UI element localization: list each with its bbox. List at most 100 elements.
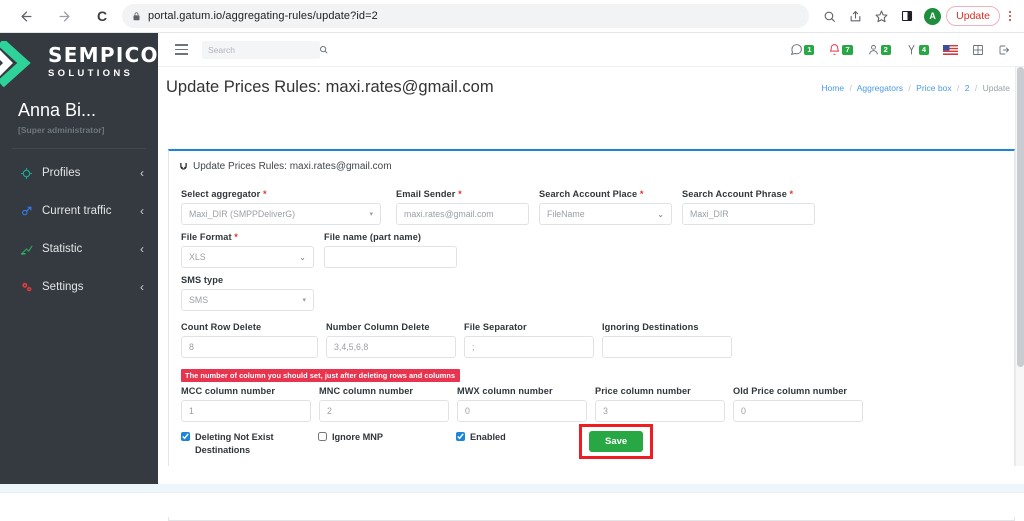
sidebar-item-settings[interactable]: Settings ‹ xyxy=(0,273,158,301)
search-account-place-dropdown[interactable]: FileName ⌄ xyxy=(539,203,672,225)
price-column-number-input[interactable]: 3 xyxy=(595,400,725,422)
file-separator-input[interactable]: ; xyxy=(464,336,594,358)
old-price-column-number-input[interactable]: 0 xyxy=(733,400,863,422)
checkbox-input[interactable] xyxy=(456,432,465,441)
field-select-aggregator: Select aggregator * Maxi_DIR (SMPPDelive… xyxy=(181,189,381,225)
file-name-input[interactable] xyxy=(324,246,457,268)
star-icon[interactable] xyxy=(869,4,893,28)
breadcrumb-separator: / xyxy=(956,83,960,93)
field-old-price-column-number: Old Price column number 0 xyxy=(733,386,863,422)
breadcrumb-item-id[interactable]: 2 xyxy=(965,83,970,93)
back-arrow-icon[interactable] xyxy=(12,2,40,30)
form-row-2: File Format * XLS ⌄ File name (part name… xyxy=(181,232,1002,268)
user-name: Anna Bi... xyxy=(18,100,97,120)
antenna-indicator[interactable]: 4 xyxy=(905,43,929,56)
field-label: MCC column number xyxy=(181,386,276,396)
checkbox-label: Ignore MNP xyxy=(332,432,384,442)
reload-icon[interactable]: C xyxy=(88,2,116,30)
chevron-down-icon: ▾ xyxy=(369,211,373,218)
checkbox-ignore-mnp[interactable]: Ignore MNP xyxy=(318,431,456,444)
form-row-1: Select aggregator * Maxi_DIR (SMPPDelive… xyxy=(181,189,1002,225)
ignoring-destinations-input[interactable] xyxy=(602,336,732,358)
logout-icon[interactable] xyxy=(998,44,1010,56)
kebab-menu-icon[interactable] xyxy=(1002,11,1018,21)
card-body: Select aggregator * Maxi_DIR (SMPPDelive… xyxy=(169,181,1014,459)
required-marker: * xyxy=(260,189,267,199)
field-value: 2 xyxy=(327,406,332,416)
field-label: Old Price column number xyxy=(733,386,848,396)
forward-arrow-icon[interactable] xyxy=(50,2,78,30)
page-header: Update Prices Rules: maxi.rates@gmail.co… xyxy=(158,67,1024,115)
search-icon[interactable] xyxy=(319,45,328,54)
checkbox-input[interactable] xyxy=(181,432,190,441)
sidebar-item-label: Profiles xyxy=(42,167,81,179)
email-sender-input[interactable]: maxi.rates@gmail.com xyxy=(396,203,529,225)
address-bar[interactable]: portal.gatum.io/aggregating-rules/update… xyxy=(122,4,810,28)
sempico-logo-icon xyxy=(0,38,50,92)
form-row-4: Count Row Delete 8 Number Column Delete … xyxy=(181,322,1002,358)
field-label: SMS type xyxy=(181,275,224,285)
hamburger-menu-icon[interactable] xyxy=(166,44,196,55)
users-indicator[interactable]: 2 xyxy=(867,43,891,56)
checkbox-deleting-not-exist-destinations[interactable]: Deleting Not Exist Destinations xyxy=(181,431,318,458)
scrollbar-thumb[interactable] xyxy=(1017,67,1024,367)
breadcrumb-item-current: Update xyxy=(982,83,1010,93)
field-value: 3 xyxy=(603,406,608,416)
sidebar-item-statistic[interactable]: Statistic ‹ xyxy=(0,235,158,263)
app-topbar: 1 7 2 4 xyxy=(158,33,1024,67)
checkbox-input[interactable] xyxy=(318,432,327,441)
alert-indicator[interactable]: 7 xyxy=(828,43,853,56)
breadcrumb-item-price-box[interactable]: Price box xyxy=(916,83,951,93)
card-header-text: Update Prices Rules: maxi.rates@gmail.co… xyxy=(193,160,392,172)
checkbox-enabled[interactable]: Enabled xyxy=(456,431,586,444)
save-button[interactable]: Save xyxy=(589,431,644,452)
mwx-column-number-input[interactable]: 0 xyxy=(457,400,587,422)
side-panel-icon[interactable] xyxy=(895,4,919,28)
field-value: ; xyxy=(472,342,475,352)
breadcrumb-item-aggregators[interactable]: Aggregators xyxy=(857,83,903,93)
field-label: Select aggregator * xyxy=(181,189,267,199)
usa-flag-icon[interactable] xyxy=(943,44,958,55)
search-account-phrase-input[interactable]: Maxi_DIR xyxy=(682,203,815,225)
field-mnc-column-number: MNC column number 2 xyxy=(319,386,449,422)
sidebar-item-current-traffic[interactable]: Current traffic ‹ xyxy=(0,197,158,225)
field-label: MNC column number xyxy=(319,386,414,396)
warning-banner: The number of column you should set, jus… xyxy=(181,369,461,382)
sidebar-item-label: Settings xyxy=(42,281,84,293)
os-taskbar-sliver xyxy=(0,466,1024,517)
number-column-delete-input[interactable]: 3,4,5,6,8 xyxy=(326,336,456,358)
brand-logo[interactable]: SEMPICO SOLUTIONS xyxy=(0,33,158,88)
sidebar-item-label: Statistic xyxy=(42,243,83,255)
sidebar: SEMPICO SOLUTIONS Anna Bi... [Super admi… xyxy=(0,33,158,499)
field-value: 8 xyxy=(189,342,194,352)
chat-indicator[interactable]: 1 xyxy=(790,43,815,56)
field-price-column-number: Price column number 3 xyxy=(595,386,725,422)
brand-name: SEMPICO xyxy=(48,43,158,67)
sidebar-item-profiles[interactable]: Profiles ‹ xyxy=(0,159,158,187)
field-file-format: File Format * XLS ⌄ xyxy=(181,232,314,268)
field-label: Search Account Phrase * xyxy=(682,189,794,199)
grid-apps-icon[interactable] xyxy=(972,44,984,56)
required-marker: * xyxy=(786,189,794,199)
traffic-icon xyxy=(20,205,38,218)
field-sms-type: SMS type SMS ▾ xyxy=(181,275,314,311)
avatar[interactable]: A xyxy=(924,7,942,25)
mnc-column-number-input[interactable]: 2 xyxy=(319,400,449,422)
select-aggregator-dropdown[interactable]: Maxi_DIR (SMPPDeliverG) ▾ xyxy=(181,203,381,225)
share-icon[interactable] xyxy=(843,4,867,28)
search-input[interactable] xyxy=(208,44,319,55)
required-marker: * xyxy=(637,189,644,199)
mcc-column-number-input[interactable]: 1 xyxy=(181,400,311,422)
search-icon[interactable] xyxy=(817,4,841,28)
file-format-dropdown[interactable]: XLS ⌄ xyxy=(181,246,314,268)
form-row-3: SMS type SMS ▾ xyxy=(181,275,1002,311)
search-box[interactable] xyxy=(202,40,328,59)
vertical-scrollbar[interactable] xyxy=(1015,67,1024,517)
sms-type-dropdown[interactable]: SMS ▾ xyxy=(181,289,314,311)
field-label: Number Column Delete xyxy=(326,322,430,332)
count-row-delete-input[interactable]: 8 xyxy=(181,336,318,358)
brand-tagline: SOLUTIONS xyxy=(48,68,134,79)
breadcrumb-item-home[interactable]: Home xyxy=(821,83,844,93)
update-button[interactable]: Update xyxy=(946,6,1000,26)
field-label: File Separator xyxy=(464,322,527,332)
